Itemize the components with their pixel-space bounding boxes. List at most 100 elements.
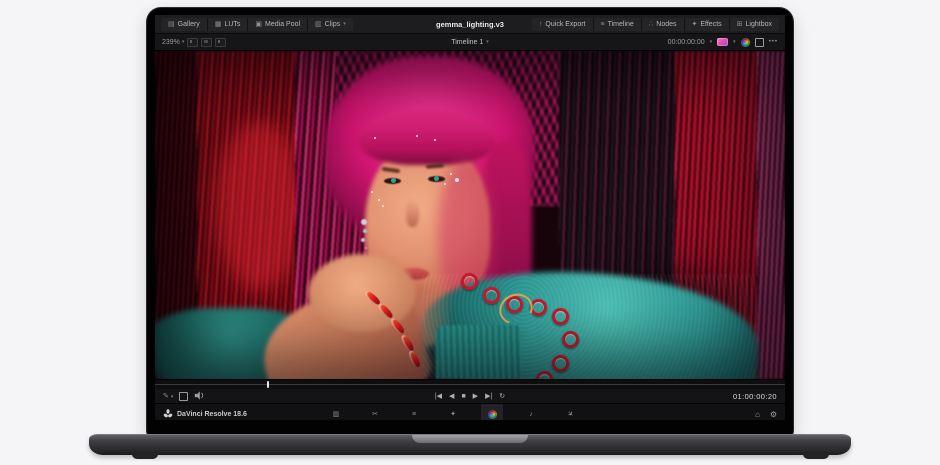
viewer-zoom-value: 239% (162, 39, 180, 46)
project-manager-button[interactable]: ⌂ (755, 410, 760, 419)
timeline-selector-label: Timeline 1 (451, 39, 483, 46)
cut-page-icon: ✂ (372, 411, 378, 418)
timeline-label: Timeline (608, 21, 634, 28)
right-toolbar-group: ↑ Quick Export ≡ Timeline ∴ Nodes ✦ Effe… (532, 18, 779, 31)
overflow-menu-icon[interactable]: ••• (769, 39, 778, 45)
chevron-down-icon: ▾ (710, 40, 713, 45)
viewer-options-bar: 239% ▾ Timeline 1 ▾ 00:00:00:00 ▾ ▾ (155, 34, 785, 51)
timeline-button[interactable]: ≡ Timeline (594, 18, 642, 31)
effects-icon: ✦ (692, 21, 698, 28)
viewer-tools: ✎ ▾ (163, 391, 204, 402)
play-button[interactable]: ▶ (473, 392, 478, 400)
onscreen-controls-button[interactable]: ✎ ▾ (163, 393, 173, 400)
go-to-end-button[interactable]: ▶| (485, 392, 492, 400)
expand-viewer-icon[interactable] (755, 38, 764, 47)
page-tab-deliver[interactable]: ✈ (559, 404, 581, 420)
top-toolbar: ▤ Gallery ▦ LUTs ▣ Media Pool ▥ Clips (155, 15, 785, 34)
chevron-down-icon: ▾ (171, 394, 174, 400)
fusion-page-icon: ✦ (450, 411, 456, 418)
clip-color-icon[interactable] (717, 38, 728, 46)
lightbox-icon: ⊞ (737, 21, 743, 28)
speaker-icon (194, 391, 204, 400)
viewer-mode-toggle-1[interactable] (187, 38, 198, 47)
color-wheel-icon[interactable] (741, 38, 750, 47)
luts-label: LUTs (224, 21, 240, 28)
page-tabs: ▥ ✂ ≡ ✦ ♪ (325, 404, 581, 420)
viewer-zoom-select[interactable]: 239% ▾ (162, 39, 184, 46)
color-page-viewer[interactable] (155, 51, 785, 379)
nodes-icon: ∴ (649, 21, 653, 28)
chevron-down-icon: ▾ (343, 22, 346, 27)
lightbox-label: Lightbox (746, 21, 772, 28)
laptop-foot-left (132, 453, 158, 459)
photo-layer (155, 51, 785, 379)
quick-export-label: Quick Export (545, 21, 585, 28)
system-buttons: ⌂ ⚙ (755, 410, 777, 419)
transport-controls: |◀ ◀ ■ ▶ ▶| ↻ (435, 392, 505, 400)
media-pool-icon: ▣ (255, 21, 262, 28)
gallery-label: Gallery (178, 21, 200, 28)
quick-export-button[interactable]: ↑ Quick Export (532, 18, 594, 31)
left-toolbar-group: ▤ Gallery ▦ LUTs ▣ Media Pool ▥ Clips (161, 18, 353, 31)
viewer-mode-toggle-2[interactable] (201, 38, 212, 47)
timeline-selector[interactable]: Timeline 1 ▾ (451, 39, 489, 46)
page-tab-cut[interactable]: ✂ (364, 404, 386, 420)
bypass-grades-icon[interactable] (179, 392, 188, 401)
transport-bar: ✎ ▾ |◀ ◀ ■ ▶ ▶| (155, 389, 785, 403)
lightbox-button[interactable]: ⊞ Lightbox (730, 18, 779, 31)
luts-button[interactable]: ▦ LUTs (208, 18, 249, 31)
viewer-scrubber[interactable] (155, 379, 785, 389)
macbook-marketing-scene: ▤ Gallery ▦ LUTs ▣ Media Pool ▥ Clips (0, 0, 940, 465)
effects-button[interactable]: ✦ Effects (685, 18, 730, 31)
page-tab-color[interactable] (481, 404, 503, 420)
page-tab-media[interactable]: ▥ (325, 404, 347, 420)
chevron-down-icon: ▾ (182, 40, 185, 45)
source-timecode[interactable]: 00:00:00:00 (668, 39, 705, 46)
laptop-screen: ▤ Gallery ▦ LUTs ▣ Media Pool ▥ Clips (147, 8, 793, 436)
playhead[interactable] (267, 381, 269, 388)
gallery-icon: ▤ (168, 21, 175, 28)
effects-label: Effects (700, 21, 721, 28)
timeline-icon: ≡ (601, 21, 605, 28)
deliver-page-icon: ✈ (565, 409, 574, 418)
chevron-down-icon: ▾ (733, 40, 736, 45)
project-title: gemma_lighting.v3 (436, 20, 504, 29)
page-tab-fairlight[interactable]: ♪ (520, 404, 542, 420)
media-pool-label: Media Pool (265, 21, 300, 28)
record-timecode: 01:00:00:20 (733, 392, 777, 401)
media-pool-button[interactable]: ▣ Media Pool (248, 18, 308, 31)
audio-mute-button[interactable] (194, 391, 204, 402)
color-page-icon (488, 410, 497, 419)
app-name-label: DaVinci Resolve 18.6 (177, 411, 247, 418)
loop-button[interactable]: ↻ (499, 392, 505, 400)
media-page-icon: ▥ (333, 411, 340, 418)
nodes-label: Nodes (656, 21, 676, 28)
clips-icon: ▥ (315, 21, 322, 28)
pen-icon: ✎ (163, 393, 169, 400)
project-settings-button[interactable]: ⚙ (770, 410, 777, 419)
nodes-button[interactable]: ∴ Nodes (642, 18, 685, 31)
gallery-button[interactable]: ▤ Gallery (161, 18, 208, 31)
stop-button[interactable]: ■ (461, 393, 465, 400)
go-to-start-button[interactable]: |◀ (435, 392, 442, 400)
page-tab-edit[interactable]: ≡ (403, 404, 425, 420)
clips-label: Clips (325, 21, 341, 28)
scrubber-track[interactable] (155, 384, 785, 385)
laptop-foot-right (803, 453, 829, 459)
chevron-down-icon: ▾ (486, 40, 489, 45)
fairlight-page-icon: ♪ (529, 411, 533, 418)
edit-page-icon: ≡ (412, 411, 416, 418)
quick-export-icon: ↑ (539, 21, 543, 28)
app-identity: DaVinci Resolve 18.6 (163, 409, 247, 419)
viewer-bar-right-cluster: 00:00:00:00 ▾ ▾ ••• (668, 38, 778, 47)
step-back-button[interactable]: ◀ (449, 392, 454, 400)
davinci-resolve-logo-icon (163, 409, 173, 419)
page-tab-fusion[interactable]: ✦ (442, 404, 464, 420)
clips-button[interactable]: ▥ Clips ▾ (308, 18, 353, 31)
laptop-lid-groove (412, 435, 528, 443)
davinci-resolve-window: ▤ Gallery ▦ LUTs ▣ Media Pool ▥ Clips (155, 15, 785, 420)
viewer-mode-toggle-3[interactable] (215, 38, 226, 47)
luts-icon: ▦ (215, 21, 222, 28)
laptop-base (89, 434, 851, 455)
page-bar: DaVinci Resolve 18.6 ▥ ✂ ≡ ✦ (155, 403, 785, 420)
